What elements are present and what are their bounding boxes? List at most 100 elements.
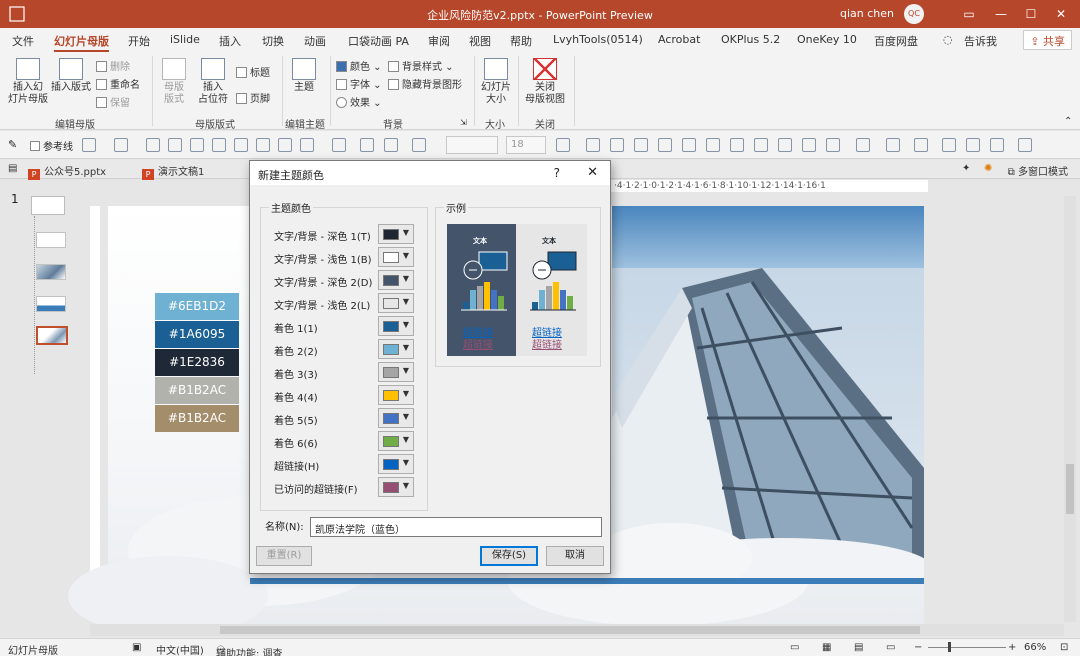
reference-line-checkbox[interactable]: 参考线 bbox=[30, 138, 73, 153]
shape-fill-icon[interactable] bbox=[82, 138, 96, 152]
title-checkbox[interactable]: 标题 bbox=[236, 64, 270, 79]
insert-placeholder-button[interactable]: 插入 占位符 bbox=[194, 58, 232, 106]
pin-icon[interactable]: ✦ bbox=[962, 163, 970, 174]
collapse-ribbon-icon[interactable]: ⌃ bbox=[1064, 116, 1072, 127]
align-middle-icon[interactable] bbox=[234, 138, 248, 152]
save-button[interactable]: 保存(S) bbox=[480, 546, 538, 566]
align-left-icon[interactable] bbox=[146, 138, 160, 152]
color-swatch[interactable]: #B1B2AC bbox=[155, 377, 239, 404]
crop-icon[interactable] bbox=[610, 138, 624, 152]
footer-checkbox[interactable]: 页脚 bbox=[236, 90, 270, 105]
background-styles-dropdown[interactable]: 背景样式 ⌄ bbox=[388, 58, 454, 73]
align-right-icon[interactable] bbox=[190, 138, 204, 152]
line-color-icon[interactable] bbox=[384, 138, 398, 152]
horizontal-scrollbar[interactable] bbox=[90, 624, 1064, 636]
color-swatch[interactable]: #B1B2AC bbox=[155, 405, 239, 432]
selection-pane-icon[interactable] bbox=[990, 138, 1004, 152]
close-master-view-button[interactable]: 关闭 母版视图 bbox=[522, 58, 568, 106]
tab-islide[interactable]: iSlide bbox=[170, 33, 200, 46]
font-name-combo[interactable] bbox=[446, 136, 498, 154]
bring-forward-icon[interactable] bbox=[942, 138, 956, 152]
dialog-launcher-icon[interactable]: ⇲ bbox=[460, 118, 467, 127]
theme-button[interactable]: 主题 bbox=[288, 58, 320, 94]
tab-slide-master[interactable]: 幻灯片母版 bbox=[54, 33, 109, 52]
align-text-left-icon[interactable] bbox=[682, 138, 696, 152]
tab-help[interactable]: 帮助 bbox=[510, 33, 532, 49]
layout-thumbnail[interactable] bbox=[36, 296, 66, 312]
tab-onekey[interactable]: OneKey 10 bbox=[797, 33, 857, 46]
vertical-scrollbar[interactable] bbox=[1064, 196, 1076, 622]
building-image[interactable] bbox=[612, 268, 924, 580]
distribute-horizontal-icon[interactable] bbox=[278, 138, 292, 152]
zoom-level[interactable]: 66% bbox=[1024, 642, 1046, 653]
arrange-icon[interactable] bbox=[802, 138, 816, 152]
distribute-vertical-icon[interactable] bbox=[300, 138, 314, 152]
doc-tab-presentation1[interactable]: P 演示文稿1 bbox=[142, 163, 204, 181]
align-top-icon[interactable] bbox=[212, 138, 226, 152]
outline-icon[interactable] bbox=[886, 138, 900, 152]
zoom-slider[interactable] bbox=[928, 647, 1006, 648]
layout-thumbnail-selected[interactable] bbox=[36, 326, 68, 345]
help-button[interactable]: ? bbox=[554, 166, 560, 180]
color-picker-dropdown[interactable]: ▼ bbox=[378, 339, 414, 359]
cancel-button[interactable]: 取消 bbox=[546, 546, 604, 566]
layout-thumbnail[interactable] bbox=[36, 232, 66, 248]
status-language[interactable]: 中文(中国) bbox=[156, 642, 204, 656]
color-swatch[interactable]: #1A6095 bbox=[155, 321, 239, 348]
tab-okplus[interactable]: OKPlus 5.2 bbox=[721, 33, 780, 46]
restore-button[interactable]: ☐ bbox=[1020, 4, 1042, 24]
slideshow-icon[interactable]: ▭ bbox=[886, 642, 895, 653]
font-color-icon[interactable] bbox=[556, 138, 570, 152]
color-picker-dropdown[interactable]: ▼ bbox=[378, 316, 414, 336]
align-text-right-icon[interactable] bbox=[730, 138, 744, 152]
layout-thumbnail[interactable] bbox=[36, 264, 66, 280]
tab-transitions[interactable]: 切换 bbox=[262, 33, 284, 49]
fonts-dropdown[interactable]: 字体 ⌄ bbox=[336, 76, 382, 91]
fit-slide-icon[interactable]: ⊡ bbox=[1060, 642, 1068, 653]
tab-insert[interactable]: 插入 bbox=[219, 33, 241, 49]
slide-sorter-icon[interactable]: ▦ bbox=[822, 642, 831, 653]
more-icon[interactable] bbox=[1018, 138, 1032, 152]
tab-acrobat[interactable]: Acrobat bbox=[658, 33, 700, 46]
preserve-button[interactable]: 保留 bbox=[96, 94, 130, 109]
color-picker-dropdown[interactable]: ▼ bbox=[378, 270, 414, 290]
color-picker-dropdown[interactable]: ▼ bbox=[378, 408, 414, 428]
zoom-slider-thumb[interactable] bbox=[948, 642, 951, 652]
color-picker-dropdown[interactable]: ▼ bbox=[378, 477, 414, 497]
tab-pocket-animation[interactable]: 口袋动画 PA bbox=[348, 33, 409, 49]
insert-master-button[interactable]: 插入幻 灯片母版 bbox=[6, 58, 50, 106]
scroll-thumb[interactable] bbox=[220, 626, 920, 634]
color-picker-dropdown[interactable]: ▼ bbox=[378, 247, 414, 267]
delete-button[interactable]: 删除 bbox=[96, 58, 130, 73]
settings-gear-icon[interactable]: ✺ bbox=[984, 163, 992, 174]
avatar[interactable]: QC bbox=[904, 4, 924, 24]
char-spacing-icon[interactable] bbox=[412, 138, 426, 152]
eyedropper-icon[interactable] bbox=[360, 138, 374, 152]
tab-tell-me[interactable]: 告诉我 bbox=[964, 33, 997, 49]
color-picker-dropdown[interactable]: ▼ bbox=[378, 454, 414, 474]
ungroup-icon[interactable] bbox=[658, 138, 672, 152]
line-spacing-icon[interactable] bbox=[778, 138, 792, 152]
color-picker-dropdown[interactable]: ▼ bbox=[378, 362, 414, 382]
text-box-icon[interactable] bbox=[114, 138, 128, 152]
normal-view-icon[interactable]: ▭ bbox=[790, 642, 799, 653]
minimize-button[interactable]: — bbox=[990, 4, 1012, 24]
insert-layout-button[interactable]: 插入版式 bbox=[50, 58, 92, 94]
user-name[interactable]: qian chen bbox=[840, 7, 894, 20]
tab-file[interactable]: 文件 bbox=[12, 33, 34, 49]
send-backward-icon[interactable] bbox=[966, 138, 980, 152]
tab-home[interactable]: 开始 bbox=[128, 33, 150, 49]
color-picker-dropdown[interactable]: ▼ bbox=[378, 385, 414, 405]
color-swatch[interactable]: #1E2836 bbox=[155, 349, 239, 376]
color-swatch[interactable]: #6EB1D2 bbox=[155, 293, 239, 320]
align-text-center-icon[interactable] bbox=[706, 138, 720, 152]
fill-color-icon[interactable] bbox=[332, 138, 346, 152]
align-bottom-icon[interactable] bbox=[256, 138, 270, 152]
tab-animations[interactable]: 动画 bbox=[304, 33, 326, 49]
color-picker-dropdown[interactable]: ▼ bbox=[378, 224, 414, 244]
ribbon-display-icon[interactable]: ▭ bbox=[958, 4, 980, 24]
color-picker-dropdown[interactable]: ▼ bbox=[378, 293, 414, 313]
effects-dropdown[interactable]: 效果 ⌄ bbox=[336, 94, 382, 109]
star-icon[interactable] bbox=[586, 138, 600, 152]
zoom-in-button[interactable]: + bbox=[1008, 642, 1016, 653]
